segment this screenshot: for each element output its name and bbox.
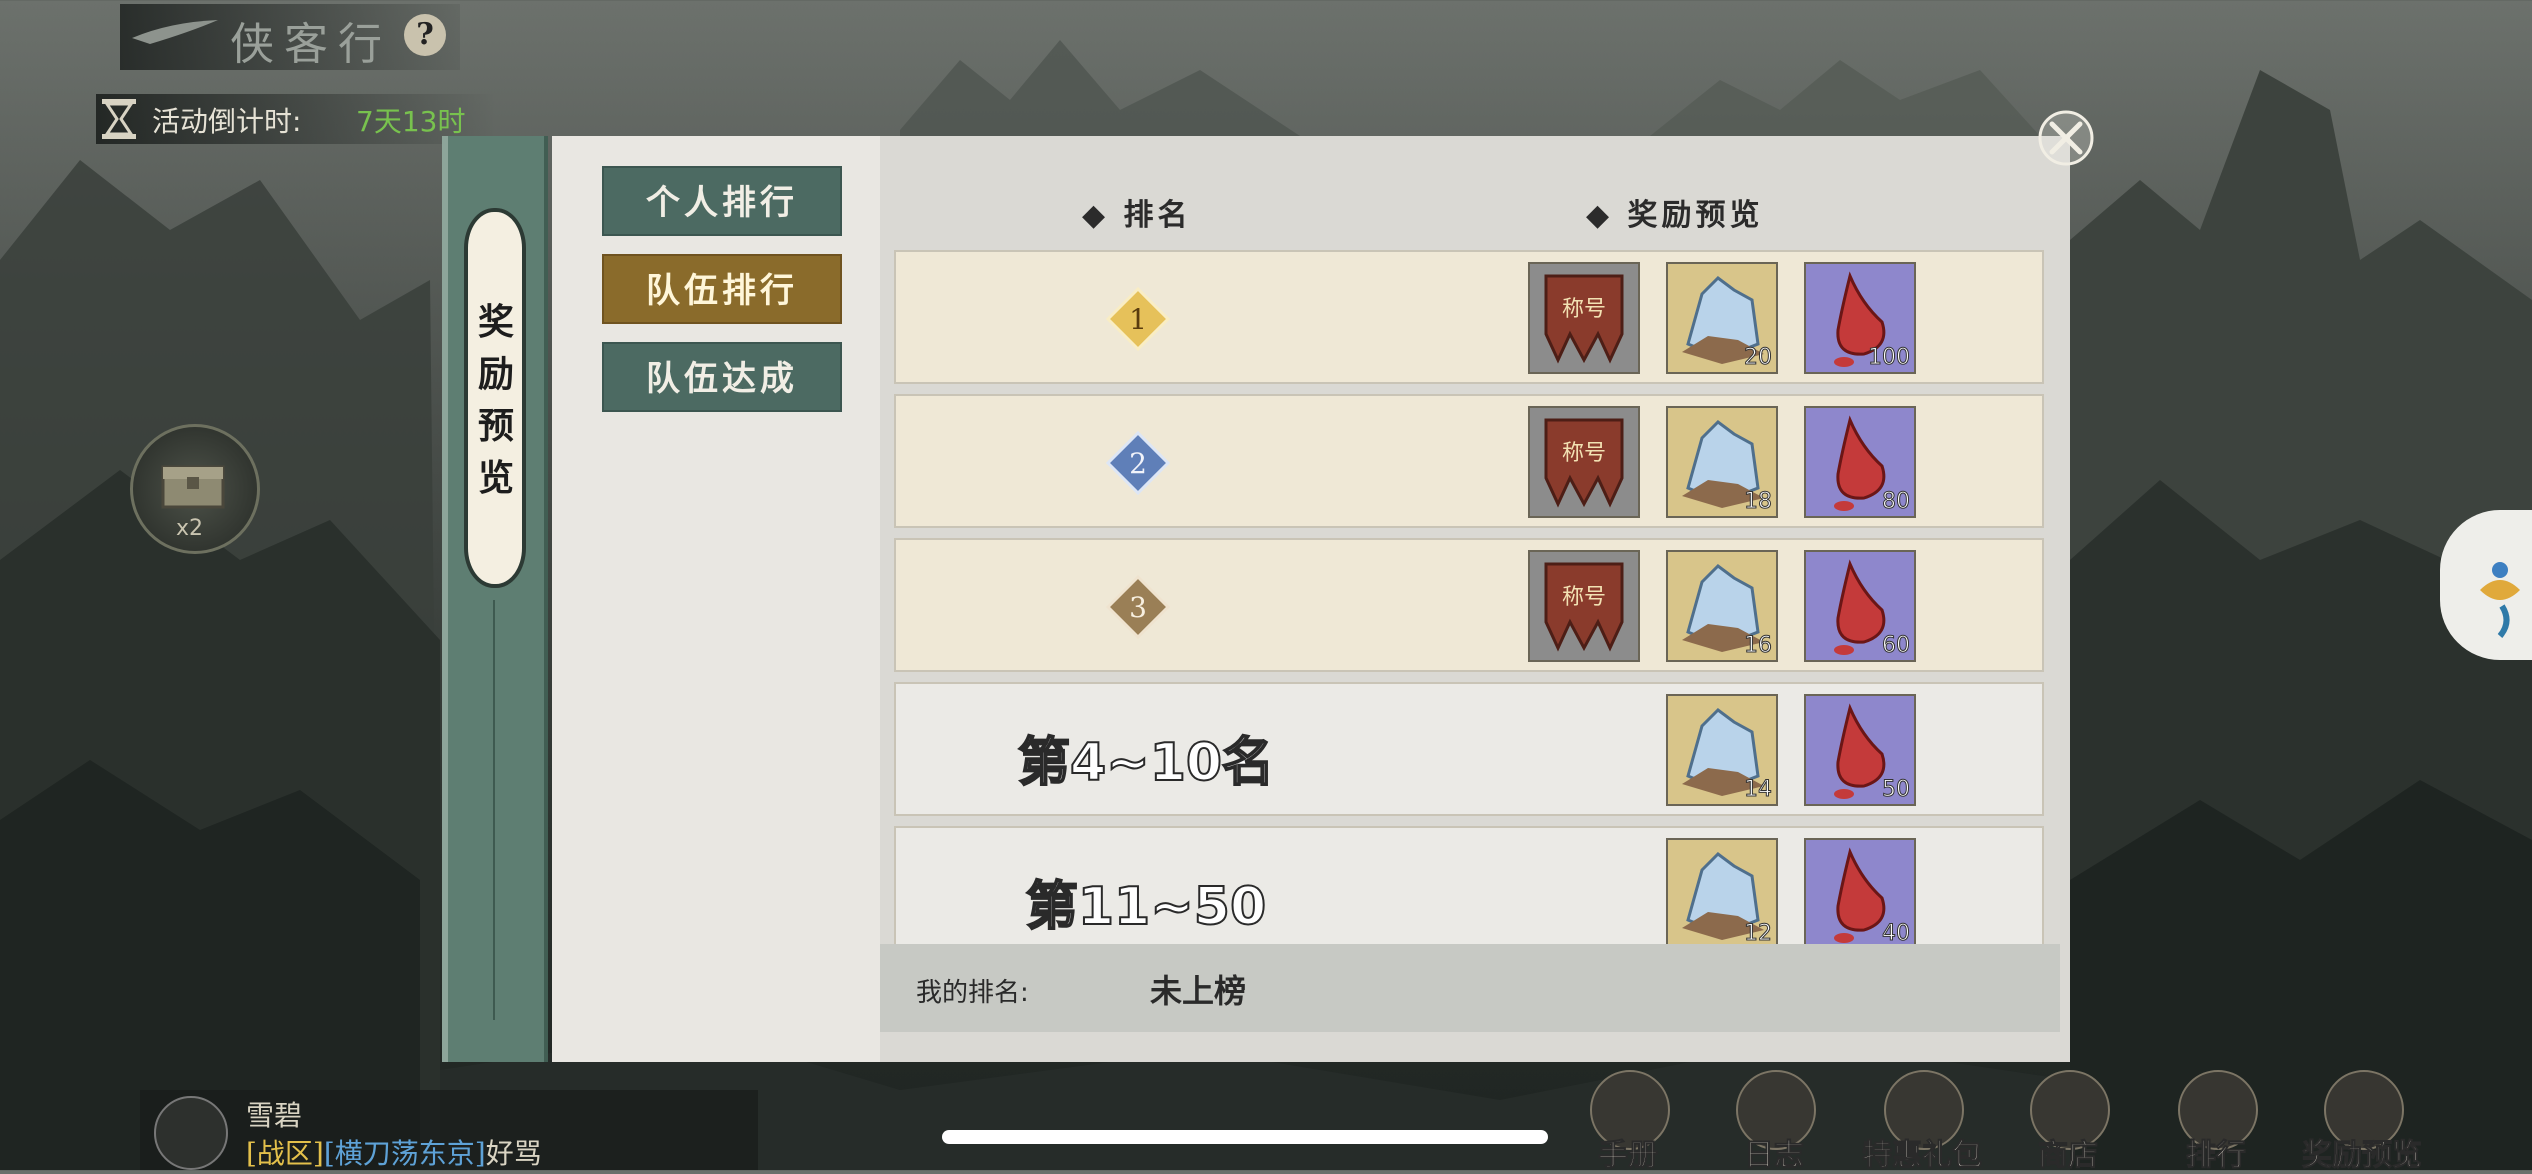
menu-label: 手册 bbox=[1598, 1138, 1659, 1174]
rank-range-label: 第11~50名 bbox=[1025, 876, 1267, 938]
hourglass-icon bbox=[102, 99, 136, 139]
menu-log-button[interactable]: 日志 bbox=[1714, 1064, 1834, 1174]
item-count: 20 bbox=[1744, 345, 1773, 371]
activity-title: 侠客行 bbox=[230, 19, 392, 70]
menu-gift-pack-button[interactable]: 特惠礼包 bbox=[1862, 1064, 1983, 1174]
item-count: 50 bbox=[1882, 777, 1911, 803]
rank-3-number: 3 bbox=[1129, 591, 1147, 624]
reward-header-label: 奖励预览 bbox=[1627, 198, 1764, 233]
item-count: 60 bbox=[1882, 633, 1911, 659]
title-banner-icon: 称号 bbox=[1544, 562, 1624, 652]
item-count: 100 bbox=[1868, 345, 1911, 371]
red-elixir-item[interactable]: 50 bbox=[1804, 694, 1916, 806]
rank-header-label: 排名 bbox=[1123, 198, 1192, 233]
rank-1-badge: 1 bbox=[1106, 287, 1170, 351]
title-banner-icon: 称号 bbox=[1544, 418, 1624, 508]
reward-row-rank-11-50: 第11~50名 12 40 bbox=[894, 826, 2044, 944]
chat-message-text: 好骂 bbox=[485, 1137, 542, 1170]
my-rank-bar bbox=[880, 944, 2060, 1032]
menu-label: 排行 bbox=[2186, 1138, 2247, 1174]
red-elixir-item[interactable]: 80 bbox=[1804, 406, 1916, 518]
item-count: 80 bbox=[1882, 489, 1911, 515]
countdown-label: 活动倒计时: bbox=[152, 105, 302, 138]
my-rank-value: 未上榜 bbox=[1150, 972, 1247, 1010]
crystal-ore-item[interactable]: 18 bbox=[1666, 406, 1778, 518]
tab-team-ranking[interactable]: 队伍排行 bbox=[602, 254, 842, 324]
reward-row-rank-2: 2 称号 18 80 bbox=[894, 394, 2044, 528]
title-banner-label: 称号 bbox=[1562, 441, 1606, 466]
close-icon[interactable] bbox=[2036, 108, 2096, 168]
rank-column-header: ◆ 排名 bbox=[1082, 198, 1192, 233]
item-count: 16 bbox=[1744, 633, 1773, 659]
ink-splash-icon bbox=[2480, 562, 2520, 638]
reward-rows[interactable]: 1 称号 20 100 2 称号 18 80 3 称号 16 60 第4~10名… bbox=[894, 250, 2044, 944]
title-banner-item[interactable]: 称号 bbox=[1528, 262, 1640, 374]
my-rank-label: 我的排名: bbox=[916, 978, 1029, 1008]
chat-channel-tag: [战区] bbox=[246, 1137, 324, 1170]
rank-2-number: 2 bbox=[1129, 447, 1147, 480]
crystal-ore-item[interactable]: 16 bbox=[1666, 550, 1778, 662]
reward-column-header: ◆ 奖励预览 bbox=[1586, 198, 1764, 233]
title-banner-label: 称号 bbox=[1562, 297, 1606, 322]
countdown-value: 7天13时 bbox=[356, 105, 466, 138]
side-title: 奖励预览 bbox=[477, 301, 514, 499]
title-banner-icon: 称号 bbox=[1544, 274, 1624, 364]
avatar[interactable] bbox=[154, 1096, 228, 1170]
reward-row-rank-3: 3 称号 16 60 bbox=[894, 538, 2044, 672]
crystal-ore-item[interactable]: 12 bbox=[1666, 838, 1778, 944]
rank-3-badge: 3 bbox=[1106, 575, 1170, 639]
rank-1-number: 1 bbox=[1129, 303, 1147, 336]
crystal-ore-item[interactable]: 14 bbox=[1666, 694, 1778, 806]
title-banner-item[interactable]: 称号 bbox=[1528, 406, 1640, 518]
menu-label: 商店 bbox=[2038, 1138, 2099, 1174]
title-banner-label: 称号 bbox=[1562, 585, 1606, 610]
tab-personal-ranking[interactable]: 个人排行 bbox=[602, 166, 842, 236]
chat-linked-name[interactable]: [横刀荡东京] bbox=[324, 1137, 486, 1170]
crystal-ore-item[interactable]: 20 bbox=[1666, 262, 1778, 374]
side-float-button[interactable] bbox=[2440, 510, 2532, 660]
help-icon[interactable]: ? bbox=[404, 14, 446, 56]
red-elixir-item[interactable]: 100 bbox=[1804, 262, 1916, 374]
item-count: 40 bbox=[1882, 921, 1911, 945]
title-banner-item[interactable]: 称号 bbox=[1528, 550, 1640, 662]
red-elixir-item[interactable]: 40 bbox=[1804, 838, 1916, 944]
chat-sender-name: 雪碧 bbox=[246, 1099, 303, 1132]
menu-label: 特惠礼包 bbox=[1862, 1138, 1983, 1174]
brush-stroke-icon bbox=[132, 20, 218, 44]
reward-row-rank-4-10: 第4~10名 14 50 bbox=[894, 682, 2044, 816]
menu-reward-preview-button[interactable]: 奖励预览 bbox=[2302, 1064, 2423, 1174]
item-count: 14 bbox=[1744, 777, 1773, 803]
menu-shop-button[interactable]: 商店 bbox=[2008, 1064, 2128, 1174]
rank-2-badge: 2 bbox=[1106, 431, 1170, 495]
menu-handbook-button[interactable]: 手册 bbox=[1568, 1064, 1688, 1174]
item-count: 18 bbox=[1744, 489, 1773, 515]
reward-row-rank-1: 1 称号 20 100 bbox=[894, 250, 2044, 384]
chat-message: [战区][横刀荡东京]好骂 bbox=[246, 1132, 542, 1172]
home-indicator[interactable] bbox=[942, 1130, 1548, 1144]
menu-ranking-button[interactable]: 排行 bbox=[2156, 1064, 2276, 1174]
ribbon-line bbox=[493, 600, 495, 1020]
menu-label: 日志 bbox=[1744, 1138, 1805, 1174]
chest-count: x2 bbox=[176, 516, 204, 541]
rank-range-label: 第4~10名 bbox=[1017, 732, 1275, 794]
tab-team-achievement[interactable]: 队伍达成 bbox=[602, 342, 842, 412]
item-count: 12 bbox=[1744, 921, 1773, 945]
red-elixir-item[interactable]: 60 bbox=[1804, 550, 1916, 662]
menu-label: 奖励预览 bbox=[2302, 1138, 2423, 1174]
